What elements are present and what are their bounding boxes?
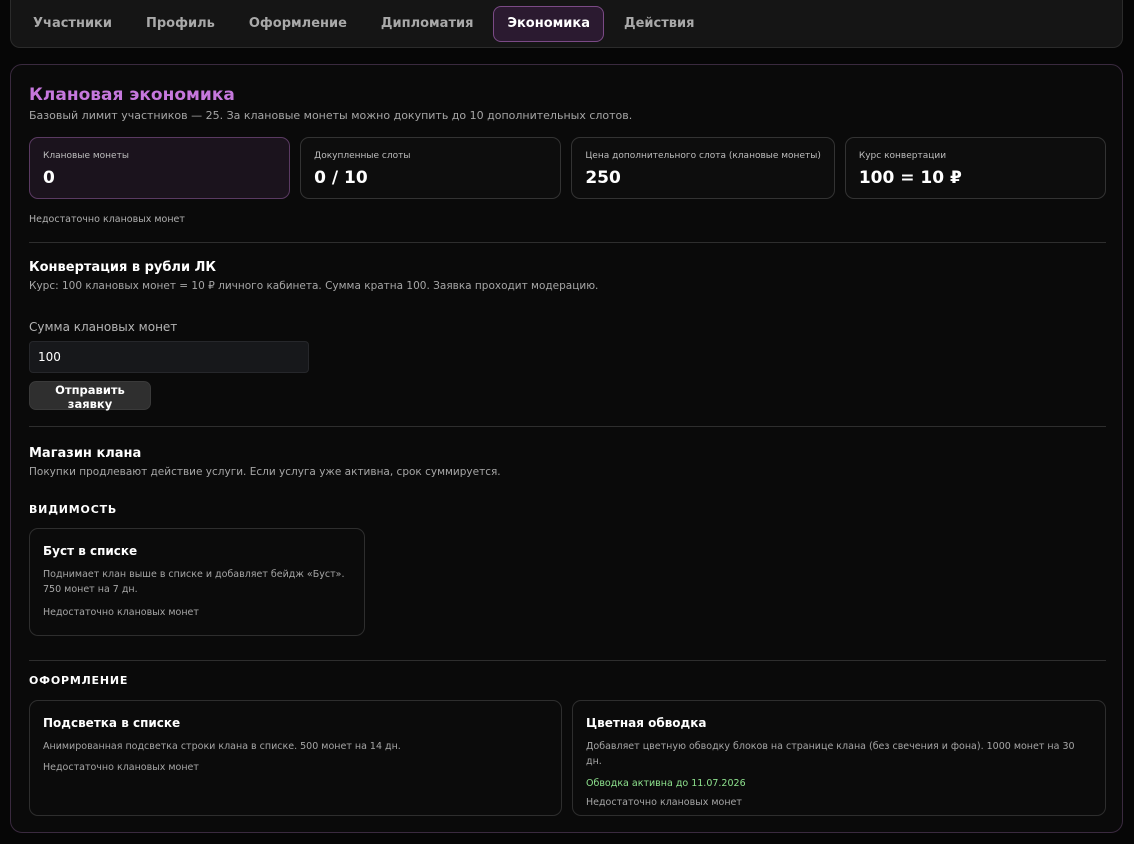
shop-item-warning: Недостаточно клановых монет xyxy=(43,762,199,773)
shop-item-title: Подсветка в списке xyxy=(43,716,181,730)
tab-profile[interactable]: Профиль xyxy=(132,6,229,42)
shop-item-boost: Буст в списке Поднимает клан выше в спис… xyxy=(29,528,365,636)
tab-diplomacy[interactable]: Дипломатия xyxy=(367,6,488,42)
shop-item-description: Анимированная подсветка строки клана в с… xyxy=(43,741,401,752)
insufficient-coins-note: Недостаточно клановых монет xyxy=(29,214,185,225)
stat-label: Курс конвертации xyxy=(858,151,947,161)
shop-item-colored-outline: Цветная обводка Добавляет цветную обводк… xyxy=(572,700,1106,816)
stat-value: 100 = 10 ₽ xyxy=(858,168,962,188)
stat-label: Докупленные слоты xyxy=(314,151,411,161)
shop-item-warning: Недостаточно клановых монет xyxy=(586,797,742,808)
stat-card-coins: Клановые монеты 0 xyxy=(29,137,291,199)
stat-label: Цена дополнительного слота (клановые мон… xyxy=(585,151,821,161)
submit-request-button[interactable]: Отправить заявку xyxy=(29,381,151,411)
shop-title: Магазин клана xyxy=(29,446,142,461)
stat-value: 0 / 10 xyxy=(314,168,368,188)
shop-item-description: Поднимает клан выше в списке и добавляет… xyxy=(43,569,345,595)
divider xyxy=(29,660,1106,661)
shop-item-warning: Недостаточно клановых монет xyxy=(43,607,199,618)
tab-economy[interactable]: Экономика xyxy=(493,5,604,42)
shop-item-title: Цветная обводка xyxy=(586,716,707,730)
conversion-description: Курс: 100 клановых монет = 10 ₽ личного … xyxy=(29,280,599,292)
stat-label: Клановые монеты xyxy=(43,151,129,161)
stat-value: 250 xyxy=(585,168,621,188)
divider xyxy=(29,426,1106,427)
economy-panel: Клановая экономика Базовый лимит участни… xyxy=(10,64,1123,833)
shop-item-active-status: Обводка активна до 11.07.2026 xyxy=(586,778,746,789)
section-subtitle: Базовый лимит участников — 25. За кланов… xyxy=(29,109,633,122)
conversion-title: Конвертация в рубли ЛК xyxy=(29,260,217,275)
stat-value: 0 xyxy=(43,168,55,188)
category-visibility: ВИДИМОСТЬ xyxy=(29,503,118,516)
tab-appearance[interactable]: Оформление xyxy=(235,6,361,42)
shop-item-title: Буст в списке xyxy=(43,544,138,558)
shop-item-description: Добавляет цветную обводку блоков на стра… xyxy=(586,741,1075,767)
tab-actions[interactable]: Действия xyxy=(610,6,708,42)
shop-item-highlight: Подсветка в списке Анимированная подсвет… xyxy=(29,700,562,816)
amount-label: Сумма клановых монет xyxy=(29,320,178,334)
stats-row: Клановые монеты 0 Докупленные слоты 0 / … xyxy=(29,137,1106,199)
section-title: Клановая экономика xyxy=(29,85,235,105)
stat-card-slots: Докупленные слоты 0 / 10 xyxy=(300,137,562,199)
tab-bar: Участники Профиль Оформление Дипломатия … xyxy=(10,0,1123,48)
category-appearance: ОФОРМЛЕНИЕ xyxy=(29,674,129,687)
tab-members[interactable]: Участники xyxy=(19,6,126,42)
divider xyxy=(29,242,1106,243)
stat-card-rate: Курс конвертации 100 = 10 ₽ xyxy=(844,137,1106,199)
shop-description: Покупки продлевают действие услуги. Если… xyxy=(29,466,501,478)
amount-input[interactable] xyxy=(29,341,309,373)
stat-card-slot-price: Цена дополнительного слота (клановые мон… xyxy=(571,137,835,199)
